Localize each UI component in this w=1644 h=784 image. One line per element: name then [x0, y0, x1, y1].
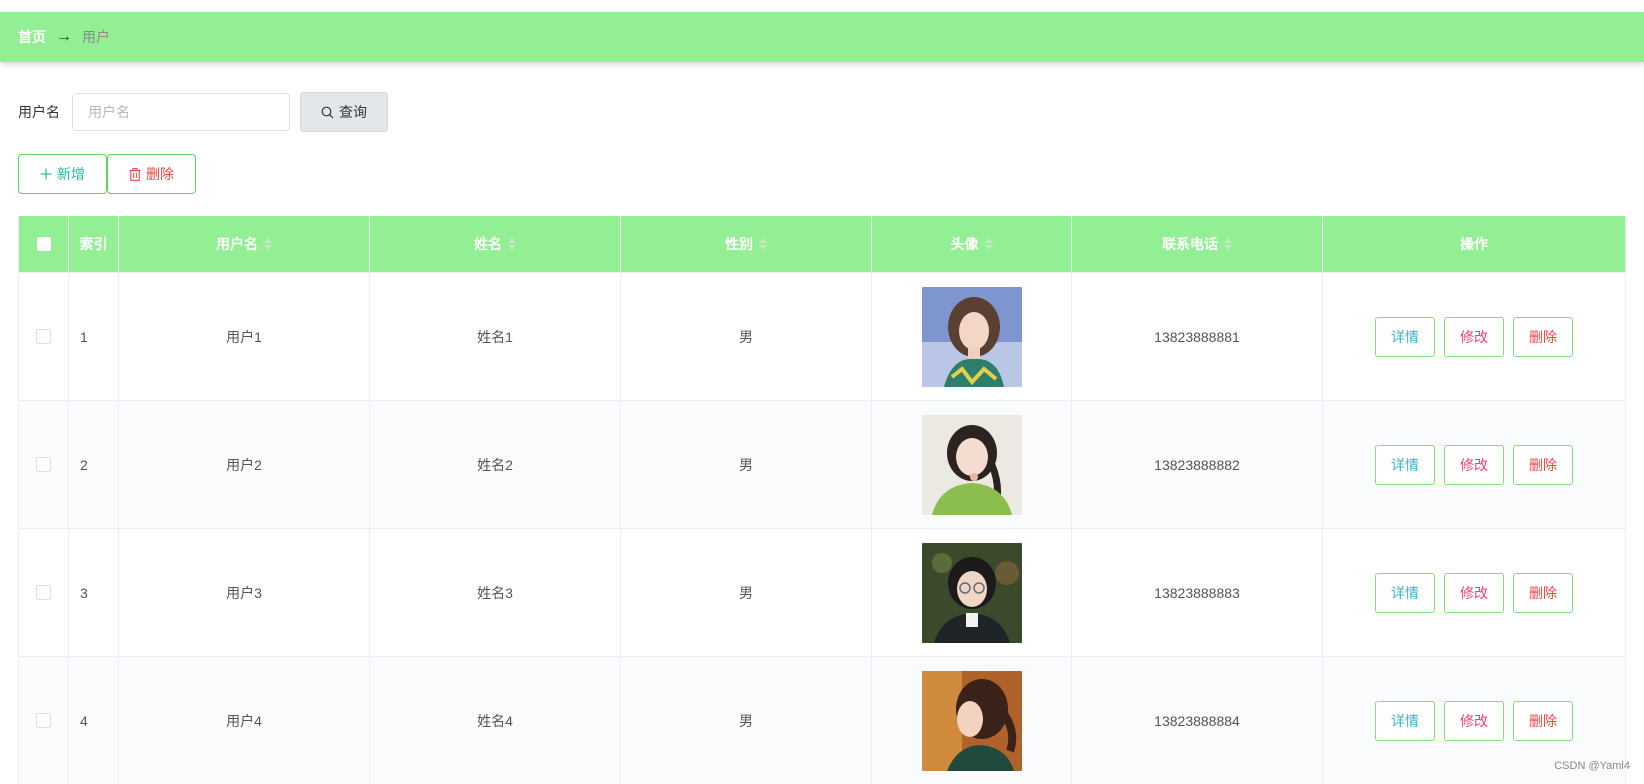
breadcrumb-separator: →	[56, 28, 72, 45]
row-select-cell	[19, 529, 69, 656]
batch-delete-label: 删除	[146, 166, 174, 182]
phone-cell: 13823888883	[1072, 529, 1323, 656]
search-bar: 用户名 查询	[18, 92, 388, 132]
search-label: 用户名	[18, 104, 60, 120]
plus-icon	[40, 168, 52, 180]
gender-cell: 男	[621, 273, 872, 400]
edit-button[interactable]: 修改	[1444, 444, 1504, 485]
delete-button[interactable]: 删除	[1513, 444, 1573, 485]
sort-icon[interactable]	[759, 238, 767, 250]
table-row: 4 用户4 姓名4 男 13823888884 详情 修改 删除	[19, 656, 1625, 784]
row-select-cell	[19, 401, 69, 528]
column-label: 姓名	[474, 236, 502, 252]
table-row: 2 用户2 姓名2 男 13823888882 详情 修改 删除	[19, 400, 1625, 528]
trash-icon	[129, 167, 141, 181]
select-all-checkbox[interactable]	[36, 237, 51, 251]
column-header-username[interactable]: 用户名	[119, 216, 370, 272]
avatar-cell	[872, 401, 1072, 528]
breadcrumb-current: 用户	[82, 29, 110, 45]
toolbar: 新增 删除	[18, 154, 196, 194]
avatar[interactable]	[921, 670, 1022, 771]
sort-icon[interactable]	[508, 238, 516, 250]
column-label: 性别	[725, 236, 753, 252]
avatar[interactable]	[921, 542, 1022, 643]
detail-button[interactable]: 详情	[1375, 316, 1435, 357]
username-cell: 用户2	[119, 401, 370, 528]
column-header-gender[interactable]: 性别	[621, 216, 872, 272]
user-table: 索引 用户名 姓名 性别 头像 联系电话 操作 1 用户1 姓名1 男 1382…	[18, 216, 1626, 784]
name-cell: 姓名3	[370, 529, 621, 656]
detail-button[interactable]: 详情	[1375, 700, 1435, 741]
name-cell: 姓名4	[370, 657, 621, 784]
phone-cell: 13823888882	[1072, 401, 1323, 528]
watermark: CSDN @Yaml4	[1554, 760, 1630, 772]
table-row: 3 用户3 姓名3 男 13823888883 详情 修改 删除	[19, 528, 1625, 656]
gender-cell: 男	[621, 401, 872, 528]
actions-cell: 详情 修改 删除	[1323, 273, 1625, 400]
detail-button[interactable]: 详情	[1375, 572, 1435, 613]
phone-cell: 13823888884	[1072, 657, 1323, 784]
breadcrumb-home[interactable]: 首页	[18, 27, 46, 47]
row-checkbox[interactable]	[36, 457, 51, 472]
table-header: 索引 用户名 姓名 性别 头像 联系电话 操作	[19, 216, 1625, 272]
username-cell: 用户1	[119, 273, 370, 400]
sort-icon[interactable]	[984, 238, 993, 250]
row-select-cell	[19, 273, 69, 400]
phone-cell: 13823888881	[1072, 273, 1323, 400]
query-button-label: 查询	[339, 104, 367, 120]
detail-button[interactable]: 详情	[1375, 444, 1435, 485]
index-cell: 1	[69, 273, 119, 400]
batch-delete-button[interactable]: 删除	[107, 154, 196, 194]
edit-button[interactable]: 修改	[1444, 316, 1504, 357]
delete-button[interactable]: 删除	[1513, 572, 1573, 613]
actions-cell: 详情 修改 删除	[1323, 529, 1625, 656]
search-icon	[321, 106, 334, 118]
name-cell: 姓名2	[370, 401, 621, 528]
avatar[interactable]	[921, 286, 1022, 387]
column-label: 用户名	[216, 236, 258, 252]
index-cell: 2	[69, 401, 119, 528]
column-label: 联系电话	[1162, 236, 1218, 252]
column-header-name[interactable]: 姓名	[370, 216, 621, 272]
sort-icon[interactable]	[1224, 238, 1232, 250]
search-input[interactable]	[72, 93, 290, 131]
row-checkbox[interactable]	[36, 713, 51, 728]
breadcrumb-bar: 首页 → 用户	[0, 12, 1644, 62]
column-header-avatar[interactable]: 头像	[872, 216, 1072, 272]
delete-button[interactable]: 删除	[1513, 700, 1573, 741]
username-cell: 用户3	[119, 529, 370, 656]
avatar[interactable]	[921, 414, 1022, 515]
add-button-label: 新增	[57, 166, 85, 182]
actions-cell: 详情 修改 删除	[1323, 401, 1625, 528]
column-label: 操作	[1460, 236, 1488, 252]
edit-button[interactable]: 修改	[1444, 572, 1504, 613]
row-checkbox[interactable]	[36, 329, 51, 344]
column-header-actions: 操作	[1323, 216, 1625, 272]
gender-cell: 男	[621, 657, 872, 784]
add-button[interactable]: 新增	[18, 154, 107, 194]
index-cell: 4	[69, 657, 119, 784]
gender-cell: 男	[621, 529, 872, 656]
name-cell: 姓名1	[370, 273, 621, 400]
header-select-all[interactable]	[19, 216, 69, 272]
column-label: 头像	[950, 236, 979, 252]
row-checkbox[interactable]	[36, 585, 51, 600]
index-cell: 3	[69, 529, 119, 656]
username-cell: 用户4	[119, 657, 370, 784]
edit-button[interactable]: 修改	[1444, 700, 1504, 741]
query-button[interactable]: 查询	[300, 92, 388, 132]
table-row: 1 用户1 姓名1 男 13823888881 详情 修改 删除	[19, 272, 1625, 400]
avatar-cell	[872, 529, 1072, 656]
column-label: 索引	[79, 236, 108, 252]
row-select-cell	[19, 657, 69, 784]
column-header-index: 索引	[69, 216, 119, 272]
avatar-cell	[872, 657, 1072, 784]
column-header-phone[interactable]: 联系电话	[1072, 216, 1323, 272]
delete-button[interactable]: 删除	[1513, 316, 1573, 357]
sort-icon[interactable]	[264, 238, 272, 250]
avatar-cell	[872, 273, 1072, 400]
